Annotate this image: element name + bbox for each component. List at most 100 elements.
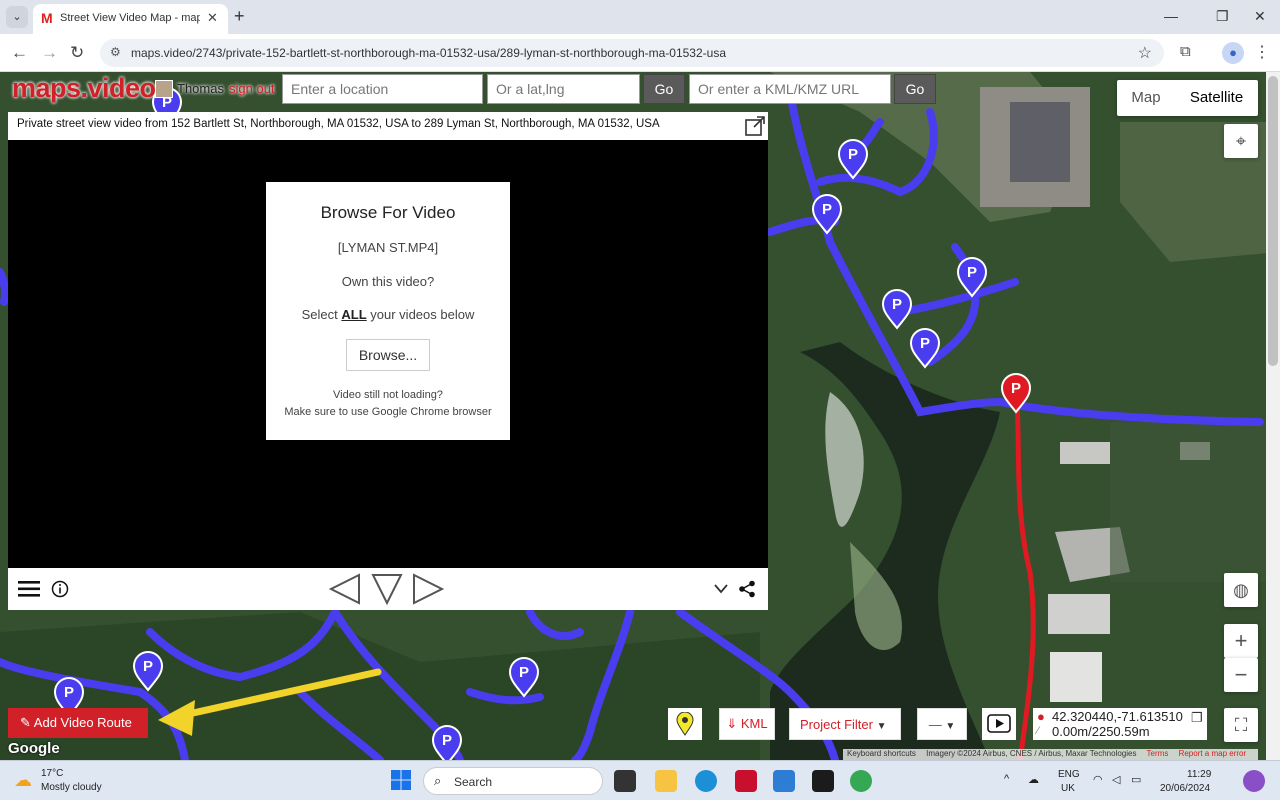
task-view-icon[interactable] xyxy=(614,770,636,792)
tab-search-button[interactable]: ⌄ xyxy=(6,6,28,28)
windows-taskbar: ☁ 17°C Mostly cloudy ⌕ Search ^ ☁ ENG UK… xyxy=(0,760,1280,800)
sign-out-link[interactable]: sign out xyxy=(229,81,275,96)
my-location-icon[interactable]: ⌖ xyxy=(1224,124,1258,158)
taskbar-search[interactable]: ⌕ Search xyxy=(423,767,603,795)
zoom-in-button[interactable]: + xyxy=(1224,624,1258,658)
report-error-link[interactable]: Report a map error xyxy=(1179,749,1247,758)
tab-close-icon[interactable]: ✕ xyxy=(207,10,218,26)
go-location-button[interactable]: Go xyxy=(643,74,685,104)
copilot-icon[interactable] xyxy=(1243,770,1265,792)
svg-text:P: P xyxy=(442,732,452,749)
new-tab-icon[interactable]: + xyxy=(234,6,245,27)
windows-start-icon[interactable] xyxy=(390,769,412,791)
kml-download-button[interactable]: ⇓ KML xyxy=(719,708,775,740)
restore-icon[interactable]: ❐ xyxy=(1216,8,1229,25)
media-player-icon[interactable] xyxy=(812,770,834,792)
next-frame-icon[interactable] xyxy=(411,572,445,606)
latlng-input[interactable] xyxy=(487,74,640,104)
chrome-icon[interactable] xyxy=(850,770,872,792)
keyboard-shortcuts-link[interactable]: Keyboard shortcuts xyxy=(847,749,916,758)
close-window-icon[interactable]: ✕ xyxy=(1254,8,1266,25)
help-text-2: Make sure to use Google Chrome browser xyxy=(284,406,492,418)
video-filename: [LYMAN ST.MP4] xyxy=(337,240,439,255)
weather-temp[interactable]: 17°C xyxy=(41,768,63,779)
url-text[interactable]: maps.video/2743/private-152-bartlett-st-… xyxy=(131,46,726,60)
go-kml-button[interactable]: Go xyxy=(894,74,936,104)
location-input[interactable] xyxy=(282,74,483,104)
site-info-icon[interactable]: ⚙ xyxy=(110,45,121,59)
edge-icon[interactable] xyxy=(695,770,717,792)
popout-icon[interactable] xyxy=(744,115,766,137)
user-avatar xyxy=(155,80,173,98)
clock-time[interactable]: 11:29 xyxy=(1187,769,1211,780)
tray-chevron-icon[interactable]: ^ xyxy=(1004,773,1009,785)
svg-text:P: P xyxy=(892,296,902,313)
dash-dropdown[interactable]: — ▼ xyxy=(917,708,967,740)
browser-tab-active[interactable]: M Street View Video Map - maps.v ✕ xyxy=(33,4,228,34)
globe-icon[interactable]: ◍ xyxy=(1224,573,1258,607)
volume-icon[interactable]: ◁ xyxy=(1112,773,1120,786)
browser-toolbar: ← → ↻ ⚙ maps.video/2743/private-152-bart… xyxy=(0,34,1280,72)
extensions-icon[interactable]: ⧉ xyxy=(1180,43,1191,60)
distance-text: 0.00m/2250.59m xyxy=(1052,724,1150,739)
map-type-map-button[interactable]: Map xyxy=(1117,80,1175,116)
search-icon: ⌕ xyxy=(434,773,442,788)
battery-icon[interactable]: ▭ xyxy=(1131,773,1141,786)
pencil-icon: ✎ xyxy=(20,715,34,730)
scrollbar-thumb[interactable] xyxy=(1268,76,1278,366)
address-bar[interactable]: ⚙ maps.video/2743/private-152-bartlett-s… xyxy=(100,39,1164,67)
browser-menu-icon[interactable]: ⋮ xyxy=(1254,42,1270,62)
map-type-satellite-button[interactable]: Satellite xyxy=(1175,80,1258,116)
yellow-pin-icon xyxy=(676,712,694,736)
svg-text:P: P xyxy=(64,684,74,701)
terms-link[interactable]: Terms xyxy=(1147,749,1169,758)
minimize-icon[interactable]: — xyxy=(1164,8,1178,24)
maps-video-logo[interactable]: maps.video xyxy=(12,73,156,104)
copy-icon[interactable]: ❐ xyxy=(1191,710,1203,726)
kml-url-input[interactable] xyxy=(689,74,891,104)
onedrive-icon[interactable]: ☁ xyxy=(1028,773,1039,786)
chevron-down-icon[interactable] xyxy=(713,583,729,595)
help-text-1: Video still not loading? xyxy=(333,389,443,401)
weather-desc[interactable]: Mostly cloudy xyxy=(41,782,102,793)
svg-text:P: P xyxy=(822,201,832,218)
wifi-icon[interactable]: ◠ xyxy=(1093,773,1103,786)
menu-icon[interactable] xyxy=(18,580,40,598)
maps-video-favicon-icon: M xyxy=(41,10,53,26)
sway-icon[interactable] xyxy=(773,770,795,792)
clock-date[interactable]: 20/06/2024 xyxy=(1160,783,1210,794)
video-panel: Private street view video from 152 Bartl… xyxy=(8,112,768,610)
fullscreen-icon[interactable]: ⛶ xyxy=(1224,708,1258,742)
acrobat-icon[interactable] xyxy=(735,770,757,792)
video-controls-bar xyxy=(8,568,768,610)
zoom-out-button[interactable]: − xyxy=(1224,658,1258,692)
weather-cloud-icon[interactable]: ☁ xyxy=(14,770,32,791)
forward-icon[interactable]: → xyxy=(41,43,58,63)
video-play-button[interactable] xyxy=(982,708,1016,740)
play-down-icon[interactable] xyxy=(370,572,404,606)
info-icon[interactable] xyxy=(51,580,69,598)
bookmark-star-icon[interactable]: ☆ xyxy=(1138,43,1152,63)
back-icon[interactable]: ← xyxy=(11,43,28,63)
reload-icon[interactable]: ↻ xyxy=(70,43,84,63)
browse-button[interactable]: Browse... xyxy=(346,339,430,371)
share-icon[interactable] xyxy=(738,580,756,598)
search-label: Search xyxy=(454,775,493,789)
page-scrollbar[interactable] xyxy=(1266,72,1280,760)
svg-text:P: P xyxy=(1011,380,1021,397)
svg-text:P: P xyxy=(143,658,153,675)
own-video-text: Own this video? xyxy=(341,274,435,289)
imagery-credit: Imagery ©2024 Airbus, CNES / Airbus, Max… xyxy=(926,749,1137,758)
language-code[interactable]: ENG xyxy=(1058,769,1080,780)
tab-title: Street View Video Map - maps.v xyxy=(60,12,200,24)
profile-avatar-icon[interactable]: ● xyxy=(1222,42,1244,64)
place-marker-button[interactable] xyxy=(668,708,702,740)
language-region[interactable]: UK xyxy=(1061,783,1075,794)
project-filter-dropdown[interactable]: Project Filter ▼ xyxy=(789,708,901,740)
add-video-route-button[interactable]: ✎ Add Video Route xyxy=(8,708,148,738)
video-title: Private street view video from 152 Bartl… xyxy=(17,118,660,130)
file-explorer-icon[interactable] xyxy=(655,770,677,792)
google-logo: Google xyxy=(8,740,60,757)
previous-frame-icon[interactable] xyxy=(328,572,362,606)
page-viewport: P P P P P P P P P P P maps.video Thomas … xyxy=(0,72,1280,760)
